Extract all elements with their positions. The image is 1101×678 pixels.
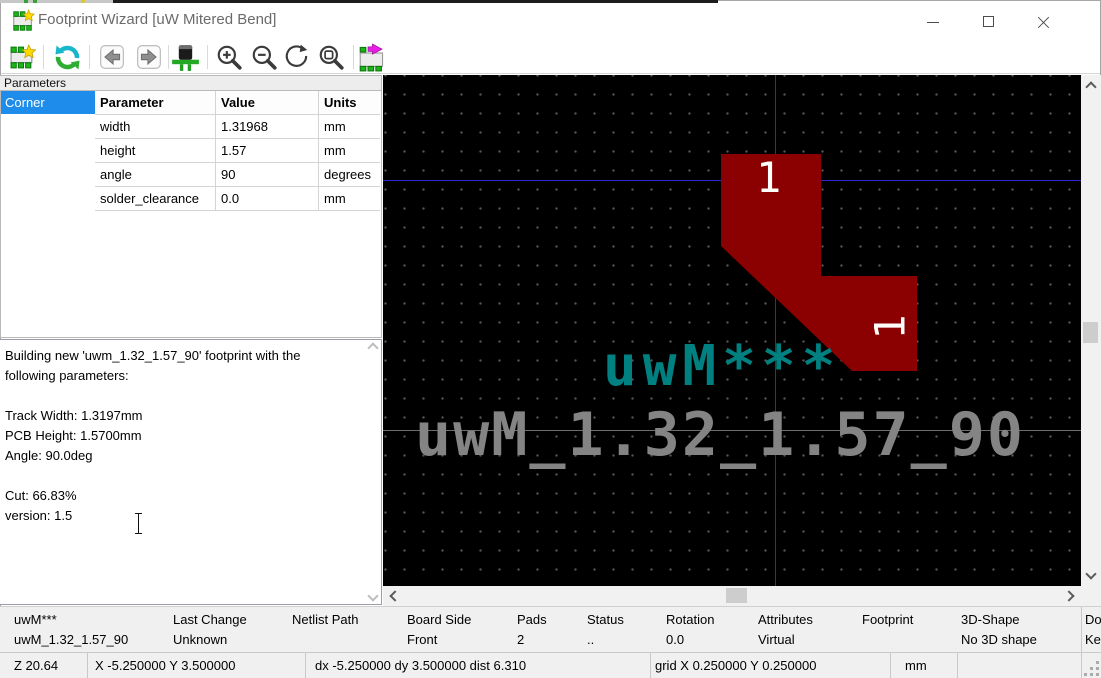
redraw-icon	[283, 43, 311, 71]
message-panel: Building new 'uwm_1.32_1.57_90' footprin…	[0, 339, 382, 605]
new-footprint-wizard-button[interactable]	[7, 42, 37, 72]
zoom-in-icon	[215, 43, 243, 71]
scroll-up-icon[interactable]	[1081, 77, 1101, 97]
scrollbar-corner	[1081, 586, 1101, 606]
scroll-right-icon[interactable]	[1059, 586, 1079, 606]
footprint-status-bar: uwM***uwM_1.32_1.57_90 Last ChangeUnknow…	[0, 606, 1101, 652]
param-value[interactable]: 1.57	[216, 139, 319, 163]
close-button[interactable]	[1020, 3, 1066, 40]
page-prev-icon	[98, 43, 126, 71]
next-parameters-page-button[interactable]	[134, 42, 164, 72]
parameter-pages-list: Corner	[0, 91, 95, 338]
pad-settings-icon	[171, 43, 200, 72]
toolbar	[1, 40, 1100, 74]
table-row: width 1.31968 mm	[95, 115, 380, 139]
footprint-reference: uwM***	[603, 339, 841, 395]
regenerate-footprint-button[interactable]	[52, 42, 82, 72]
title-bar[interactable]: Footprint Wizard [uW Mitered Bend]	[1, 3, 1100, 40]
maximize-icon	[983, 16, 994, 27]
table-row: height 1.57 mm	[95, 139, 380, 163]
message-line: version: 1.5	[5, 506, 72, 526]
header-value: Value	[216, 91, 319, 115]
zoom-in-button[interactable]	[214, 42, 244, 72]
resize-grip[interactable]	[1084, 661, 1099, 676]
table-row: solder_clearance 0.0 mm	[95, 187, 380, 211]
new-footprint-wizard-icon	[9, 44, 36, 71]
param-name: solder_clearance	[95, 187, 216, 211]
page-next-icon	[135, 43, 163, 71]
vertical-scroll-thumb[interactable]	[1083, 322, 1098, 343]
canvas-horizontal-scrollbar[interactable]	[383, 586, 1081, 606]
app-icon	[11, 8, 35, 39]
zoom-out-icon	[250, 43, 278, 71]
previous-parameters-page-button[interactable]	[97, 42, 127, 72]
coordinate-bar: Z 20.64 X -5.250000 Y 3.500000 dx -5.250…	[0, 652, 1101, 678]
minimize-button[interactable]	[910, 3, 956, 40]
parameters-table: Parameter Value Units width 1.31968 mm h…	[95, 91, 382, 338]
message-line: Track Width: 1.3197mm	[5, 406, 143, 426]
grid-setting: grid X 0.250000 Y 0.250000	[655, 658, 816, 673]
zoom-level: Z 20.64	[14, 658, 58, 673]
text-cursor	[133, 512, 144, 535]
canvas-vertical-scrollbar[interactable]	[1081, 75, 1101, 586]
footprint-value: uwM_1.32_1.57_90	[415, 405, 1025, 465]
header-parameter: Parameter	[95, 91, 216, 115]
pad-settings-button[interactable]	[170, 42, 200, 72]
param-units: degrees	[319, 163, 380, 187]
redraw-view-button[interactable]	[282, 42, 312, 72]
export-footprint-button[interactable]	[357, 42, 387, 72]
message-line: Building new 'uwm_1.32_1.57_90' footprin…	[5, 346, 301, 366]
page-item-corner[interactable]: Corner	[1, 91, 95, 114]
pad-number-1: 1	[756, 157, 781, 199]
message-line: PCB Height: 1.5700mm	[5, 426, 142, 446]
param-units: mm	[319, 187, 380, 211]
minimize-icon	[927, 22, 939, 23]
relative-position: dx -5.250000 dy 3.500000 dist 6.310	[315, 658, 526, 673]
scroll-left-icon[interactable]	[385, 586, 405, 606]
param-value[interactable]: 0.0	[216, 187, 319, 211]
param-name: height	[95, 139, 216, 163]
mitered-bend-pad	[383, 75, 1081, 586]
footprint-wizard-window: Footprint Wizard [uW Mitered Bend]	[0, 0, 1101, 678]
maximize-button[interactable]	[965, 3, 1011, 40]
scroll-up-icon[interactable]	[369, 344, 377, 352]
regenerate-icon	[53, 43, 82, 72]
message-line: following parameters:	[5, 366, 129, 386]
zoom-out-button[interactable]	[249, 42, 279, 72]
zoom-fit-button[interactable]	[316, 42, 346, 72]
pad-number-2: 1	[870, 314, 912, 339]
horizontal-scroll-thumb[interactable]	[726, 588, 747, 603]
message-line: Cut: 66.83%	[5, 486, 77, 506]
scroll-down-icon[interactable]	[1081, 564, 1101, 584]
table-row: angle 90 degrees	[95, 163, 380, 187]
param-name: angle	[95, 163, 216, 187]
message-line: Angle: 90.0deg	[5, 446, 92, 466]
zoom-fit-icon	[317, 43, 345, 71]
param-units: mm	[319, 139, 380, 163]
export-footprint-icon	[358, 43, 387, 72]
param-value[interactable]: 90	[216, 163, 319, 187]
units-indicator: mm	[905, 658, 927, 673]
footprint-canvas[interactable]: 1 1 uwM*** uwM_1.32_1.57_90	[383, 75, 1081, 586]
scroll-down-icon[interactable]	[369, 592, 377, 600]
window-title: Footprint Wizard [uW Mitered Bend]	[38, 11, 276, 28]
cursor-position: X -5.250000 Y 3.500000	[95, 658, 235, 673]
table-header-row: Parameter Value Units	[95, 91, 380, 115]
param-value[interactable]: 1.31968	[216, 115, 319, 139]
parameters-caption: Parameters	[0, 75, 382, 91]
param-name: width	[95, 115, 216, 139]
header-units: Units	[319, 91, 380, 115]
param-units: mm	[319, 115, 380, 139]
